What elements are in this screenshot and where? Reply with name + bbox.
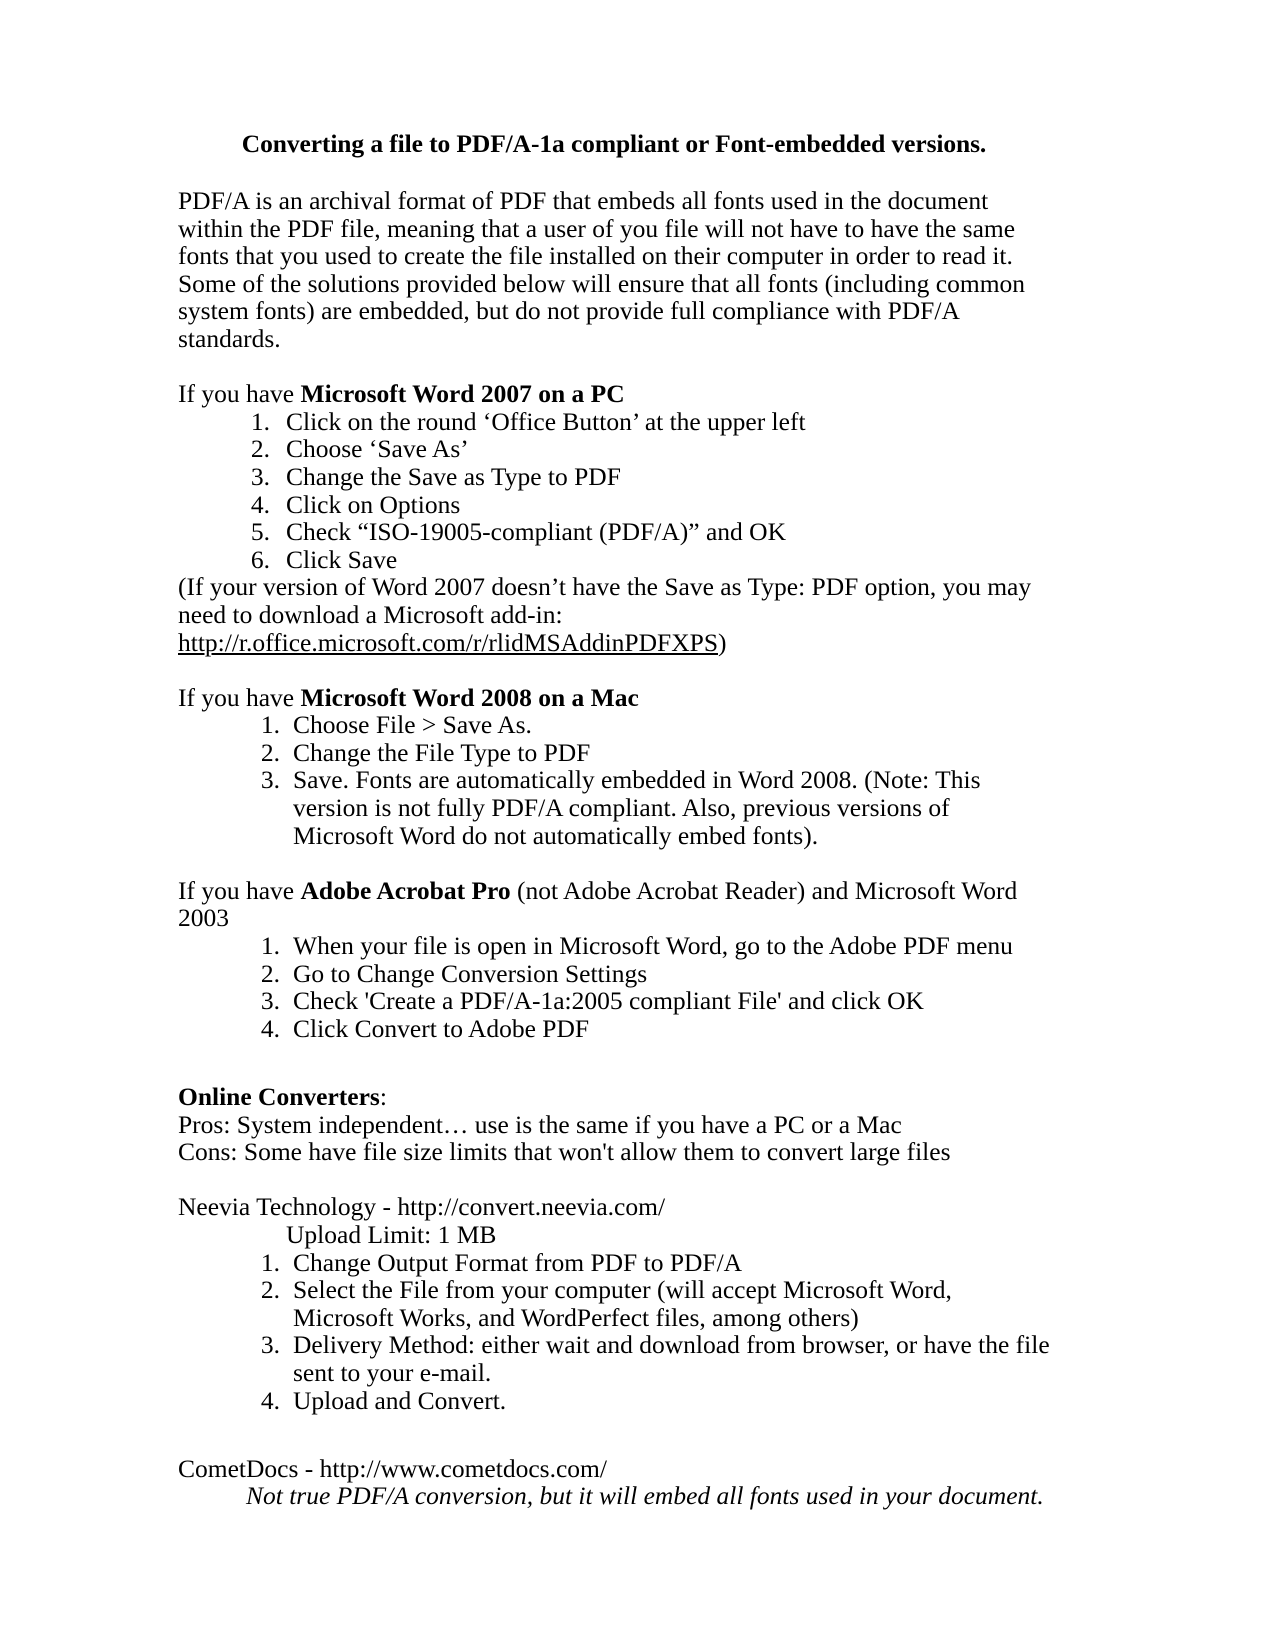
word2008-step-list: 1. Choose File > Save As. 2. Change the Fi… (178, 711, 1050, 849)
list-number: 2. (260, 737, 280, 767)
document-page: Converting a file to PDF/A-1a compliant … (0, 0, 1275, 1650)
list-item-label: Click Save (286, 544, 398, 574)
list-item-label: Check “ISO-19005-compliant (PDF/A)” and … (286, 517, 786, 547)
online-converters-pros: Pros: System independent… use is the sam… (178, 1109, 902, 1139)
section-heading-word2008: If you have Microsoft Word 2008 on a Mac (178, 682, 1050, 712)
word2007-lead-bold: Microsoft Word 2007 on a PC (300, 379, 625, 409)
list-item: 3. Delivery Method: either wait and downl… (178, 1331, 1050, 1386)
list-item: 2. Change the File Type to PDF (178, 739, 1050, 767)
cometdocs-note: Not true PDF/A conversion, but it will e… (246, 1481, 1044, 1511)
list-number: 5. (250, 517, 270, 547)
list-item-label: Choose File > Save As. (293, 710, 532, 740)
list-item-label: Select the File from your computer (will… (293, 1275, 952, 1332)
list-item: 5. Check “ISO-19005-compliant (PDF/A)” an… (178, 518, 1050, 546)
word2007-addin-note: (If your version of Word 2007 doesn’t ha… (178, 573, 1050, 656)
list-item: 4. Click on Options (178, 489, 1050, 519)
list-item: 2. Go to Change Conversion Settings (178, 958, 1050, 988)
list-number: 3. (260, 1330, 280, 1360)
neevia-step-list: 1. Change Output Format from PDF to PDF/A… (178, 1247, 1050, 1415)
list-item-label: Click on the round ‘Office Button’ at th… (286, 406, 806, 436)
list-item: 3. Check 'Create a PDF/A-1a:2005 complian… (178, 987, 1050, 1015)
document-body: Converting a file to PDF/A-1a compliant … (178, 130, 1050, 1510)
list-number: 4. (260, 1013, 280, 1043)
list-item-label: Save. Fonts are automatically embedded i… (293, 765, 981, 850)
acrobat-lead-prefix: If you have (178, 875, 301, 905)
list-item: 1. Change Output Format from PDF to PDF/A (178, 1247, 1050, 1277)
list-item-label: Upload and Convert. (293, 1385, 507, 1415)
list-item: 1. When your file is open in Microsoft Wo… (178, 932, 1050, 960)
list-item-label: Check 'Create a PDF/A-1a:2005 compliant … (293, 986, 924, 1016)
intro-paragraph: PDF/A is an archival format of PDF that … (178, 186, 1026, 353)
list-item: 3. Change the Save as Type to PDF (178, 463, 1050, 491)
ms-addin-link[interactable]: http://r.office.microsoft.com/r/rlidMSAd… (178, 628, 718, 657)
section-heading-online-converters: Online Converters: (178, 1083, 1050, 1111)
list-number: 1. (260, 931, 280, 961)
list-number: 3. (260, 986, 280, 1016)
list-number: 2. (250, 434, 270, 464)
list-number: 2. (260, 958, 280, 988)
online-converters-heading-colon: : (379, 1082, 387, 1111)
neevia-name-and-url[interactable]: Neevia Technology - http://convert.neevi… (178, 1193, 1050, 1221)
list-item-label: Click Convert to Adobe PDF (293, 1013, 590, 1043)
list-item: 6. Click Save (178, 544, 1050, 574)
neevia-upload-limit: Upload Limit: 1 MB (286, 1219, 497, 1249)
page-title: Converting a file to PDF/A-1a compliant … (241, 129, 987, 158)
acrobat-step-list: 1. When your file is open in Microsoft Wo… (178, 932, 1050, 1042)
list-item: 1. Choose File > Save As. (178, 711, 1050, 739)
list-number: 6. (250, 544, 270, 574)
list-number: 4. (260, 1385, 280, 1415)
word2007-lead-prefix: If you have (178, 379, 301, 409)
word2008-lead-bold: Microsoft Word 2008 on a Mac (300, 682, 639, 712)
list-item-label: Click on Options (286, 489, 461, 519)
list-item: 4. Upload and Convert. (178, 1385, 1050, 1415)
list-item-label: Choose ‘Save As’ (286, 434, 469, 464)
list-item: 1. Click on the round ‘Office Button’ at … (178, 406, 1050, 436)
list-item-label: When your file is open in Microsoft Word… (293, 931, 1013, 961)
list-number: 2. (260, 1275, 280, 1305)
list-item-label: Change the File Type to PDF (293, 737, 591, 767)
acrobat-lead-bold: Adobe Acrobat Pro (300, 875, 511, 905)
list-number: 1. (250, 406, 270, 436)
word2008-lead-prefix: If you have (178, 682, 301, 712)
list-item-label: Delivery Method: either wait and downloa… (293, 1330, 1050, 1387)
word2007-step-list: 1. Click on the round ‘Office Button’ at … (178, 406, 1050, 574)
section-heading-word2007: If you have Microsoft Word 2007 on a PC (178, 380, 1050, 408)
list-number: 4. (250, 489, 270, 519)
section-heading-acrobat: If you have Adobe Acrobat Pro (not Adobe… (178, 877, 1050, 932)
list-number: 1. (260, 1247, 280, 1277)
addin-note-prefix: (If your version of Word 2007 doesn’t ha… (178, 572, 1032, 629)
list-item: 2. Choose ‘Save As’ (178, 435, 1050, 463)
list-item-label: Change Output Format from PDF to PDF/A (293, 1247, 743, 1277)
addin-note-suffix: ) (718, 627, 727, 657)
list-item: 3. Save. Fonts are automatically embedded… (178, 766, 1050, 849)
list-item: 4. Click Convert to Adobe PDF (178, 1015, 1050, 1043)
online-converters-heading: Online Converters (178, 1082, 380, 1111)
list-number: 3. (250, 461, 270, 491)
online-converters-cons: Cons: Some have file size limits that wo… (178, 1137, 951, 1167)
list-item-label: Change the Save as Type to PDF (286, 461, 621, 491)
cometdocs-name-and-url[interactable]: CometDocs - http://www.cometdocs.com/ (178, 1455, 1050, 1483)
list-item: 2. Select the File from your computer (wi… (178, 1276, 1050, 1331)
list-item-label: Go to Change Conversion Settings (293, 958, 648, 988)
list-number: 1. (260, 710, 280, 740)
list-number: 3. (260, 765, 280, 795)
